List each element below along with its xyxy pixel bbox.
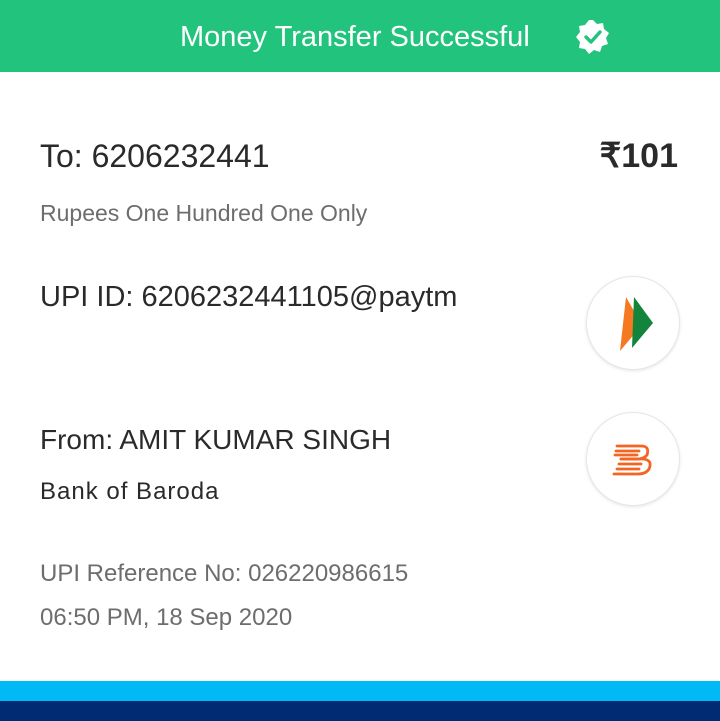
transfer-amount: ₹101	[599, 137, 678, 175]
footer-bar-light	[0, 681, 720, 701]
footer-bar-dark	[0, 701, 720, 721]
bank-of-baroda-logo-icon	[586, 412, 680, 506]
transfer-receipt: Money Transfer Successful To: 6206232441…	[0, 0, 720, 721]
transaction-datetime: 06:50 PM, 18 Sep 2020	[40, 604, 293, 631]
sender-bank-name: Bank of Baroda	[40, 478, 220, 505]
verified-check-icon	[575, 19, 611, 55]
header-title: Money Transfer Successful	[180, 21, 530, 53]
amount-in-words: Rupees One Hundred One Only	[40, 200, 368, 226]
recipient-upi-id: UPI ID: 6206232441105@paytm	[40, 281, 458, 313]
upi-logo-icon	[586, 276, 680, 370]
success-header: Money Transfer Successful	[0, 0, 720, 72]
sender-name: From: AMIT KUMAR SINGH	[40, 424, 392, 455]
upi-reference-number: UPI Reference No: 026220986615	[40, 560, 409, 587]
recipient-number: To: 6206232441	[40, 138, 270, 174]
